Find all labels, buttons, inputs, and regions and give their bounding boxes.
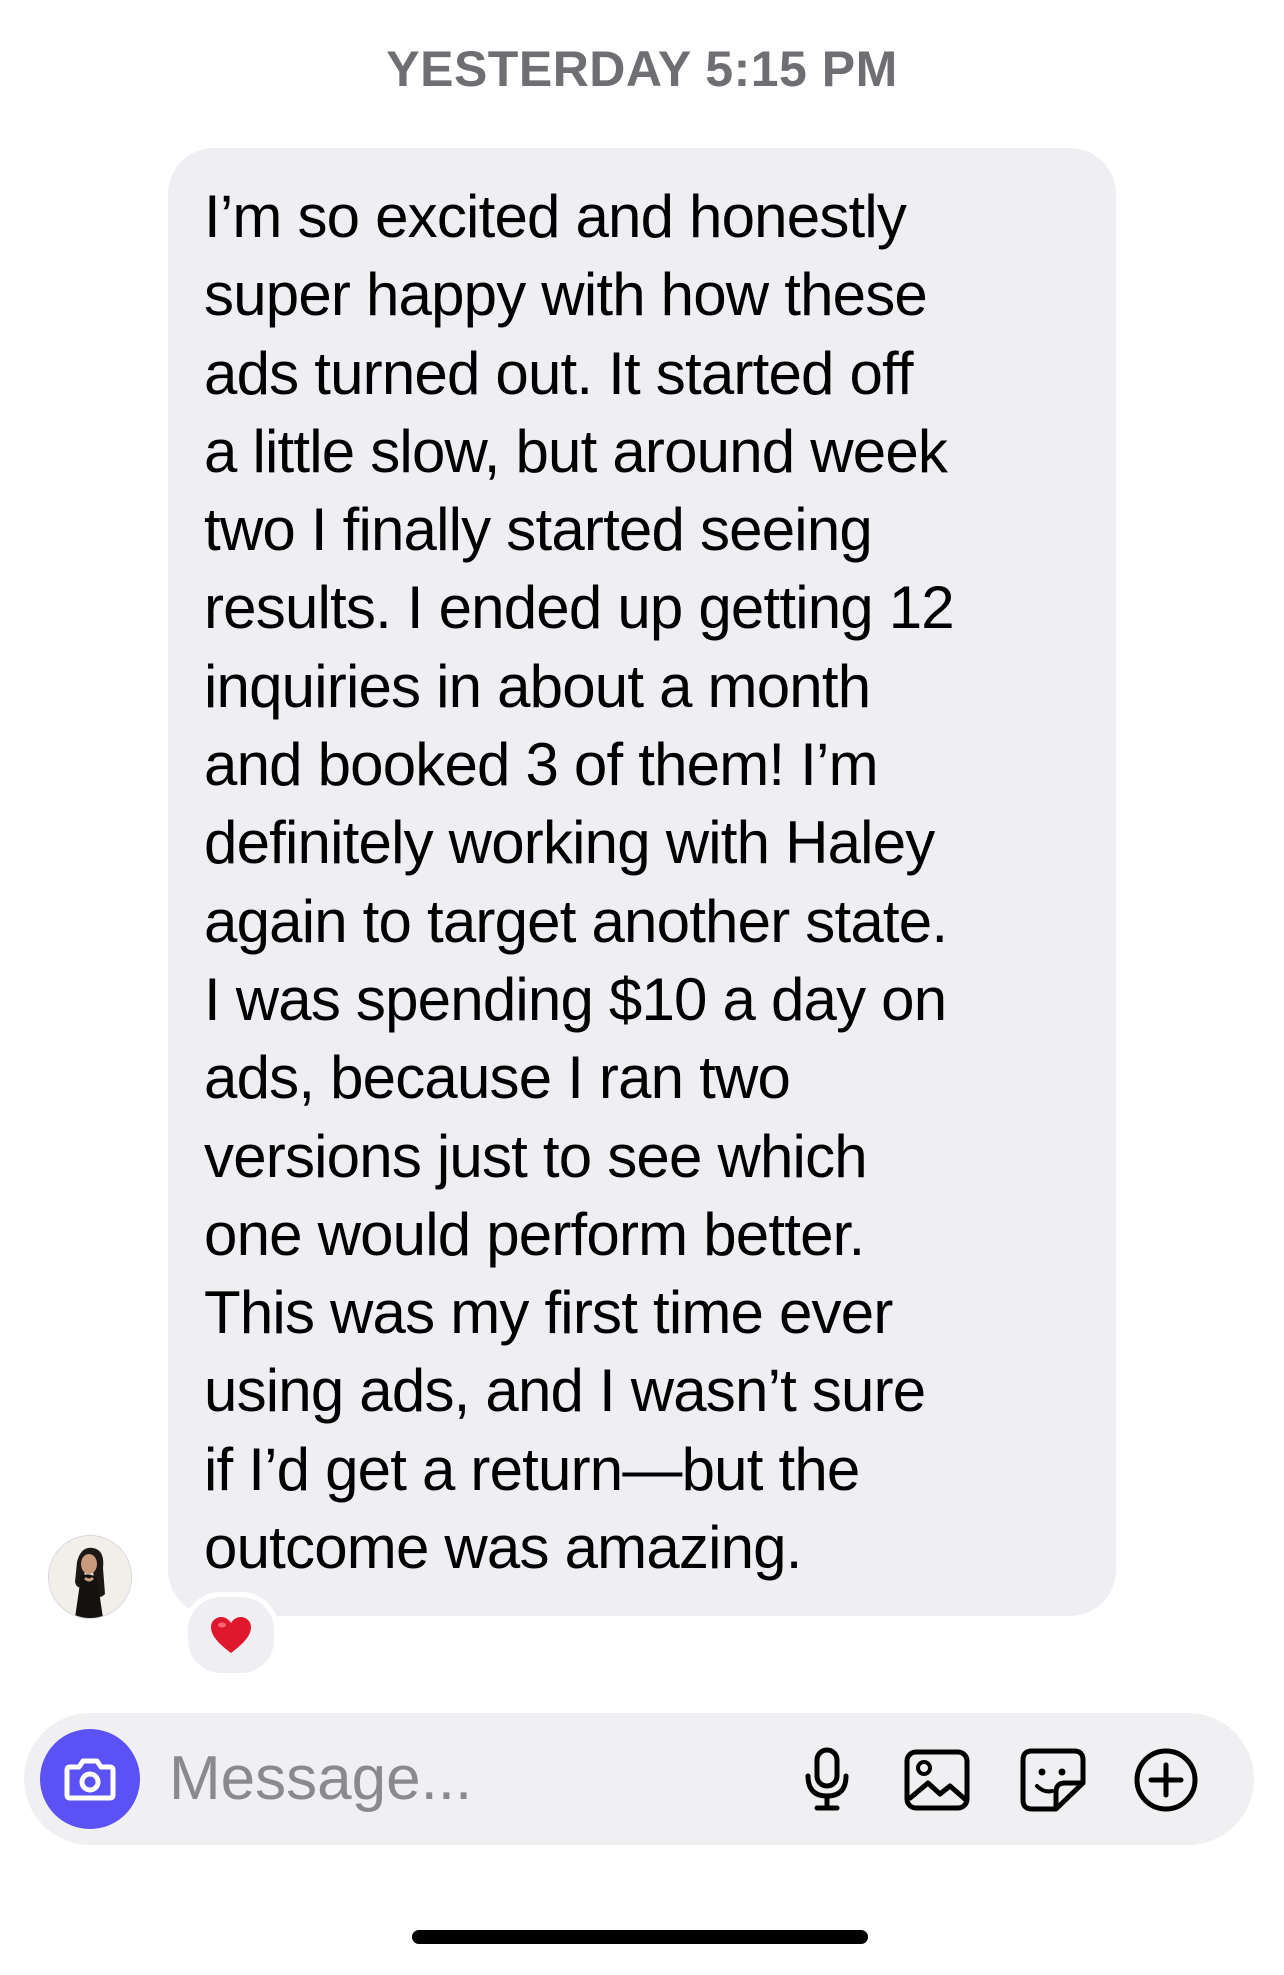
message-line: using ads, and I wasn’t sure — [204, 1357, 926, 1425]
message-line: a little slow, but around week — [204, 417, 948, 485]
message-line: inquiries in about a month — [204, 652, 871, 720]
heart-reaction[interactable] — [183, 1592, 279, 1678]
sender-avatar[interactable] — [48, 1535, 132, 1619]
message-line: This was my first time ever — [204, 1279, 893, 1347]
message-line: results. I ended up getting 12 — [204, 574, 955, 642]
message-line: again to target another state. — [204, 887, 948, 955]
message-line: two I finally started seeing — [204, 496, 873, 564]
camera-icon — [64, 1758, 116, 1801]
sticker-button[interactable] — [1020, 1747, 1086, 1813]
message-line: definitely working with Haley — [204, 809, 935, 877]
gallery-icon — [904, 1749, 970, 1811]
message-text: I’m so excited and honestly super happy … — [204, 178, 1082, 1587]
message-line: super happy with how these — [204, 261, 928, 329]
message-line: ads, because I ran two — [204, 1044, 791, 1112]
plus-circle-icon — [1134, 1748, 1198, 1812]
home-indicator[interactable] — [412, 1930, 868, 1944]
camera-button[interactable] — [40, 1729, 140, 1829]
sticker-icon — [1020, 1748, 1086, 1812]
message-line: and booked 3 of them! I’m — [204, 731, 879, 799]
message-line: versions just to see which — [204, 1122, 868, 1190]
incoming-message-bubble[interactable]: I’m so excited and honestly super happy … — [168, 148, 1116, 1616]
red-heart-icon — [211, 1617, 251, 1653]
microphone-button[interactable] — [794, 1747, 860, 1813]
message-line: if I’d get a return—but the — [204, 1435, 860, 1503]
more-options-button[interactable] — [1133, 1747, 1199, 1813]
message-line: outcome was amazing. — [204, 1514, 802, 1582]
message-line: one would perform better. — [204, 1200, 865, 1268]
message-line: I’m so excited and honestly — [204, 183, 907, 250]
message-line: ads turned out. It started off — [204, 339, 913, 407]
avatar-photo-icon — [49, 1536, 131, 1618]
message-timestamp: YESTERDAY 5:15 PM — [386, 41, 898, 97]
microphone-icon — [805, 1747, 849, 1811]
message-line: I was spending $10 a day on — [204, 965, 947, 1033]
message-input[interactable]: Message... — [169, 1743, 472, 1815]
gallery-button[interactable] — [904, 1747, 970, 1813]
message-composer: Message... — [24, 1713, 1254, 1845]
